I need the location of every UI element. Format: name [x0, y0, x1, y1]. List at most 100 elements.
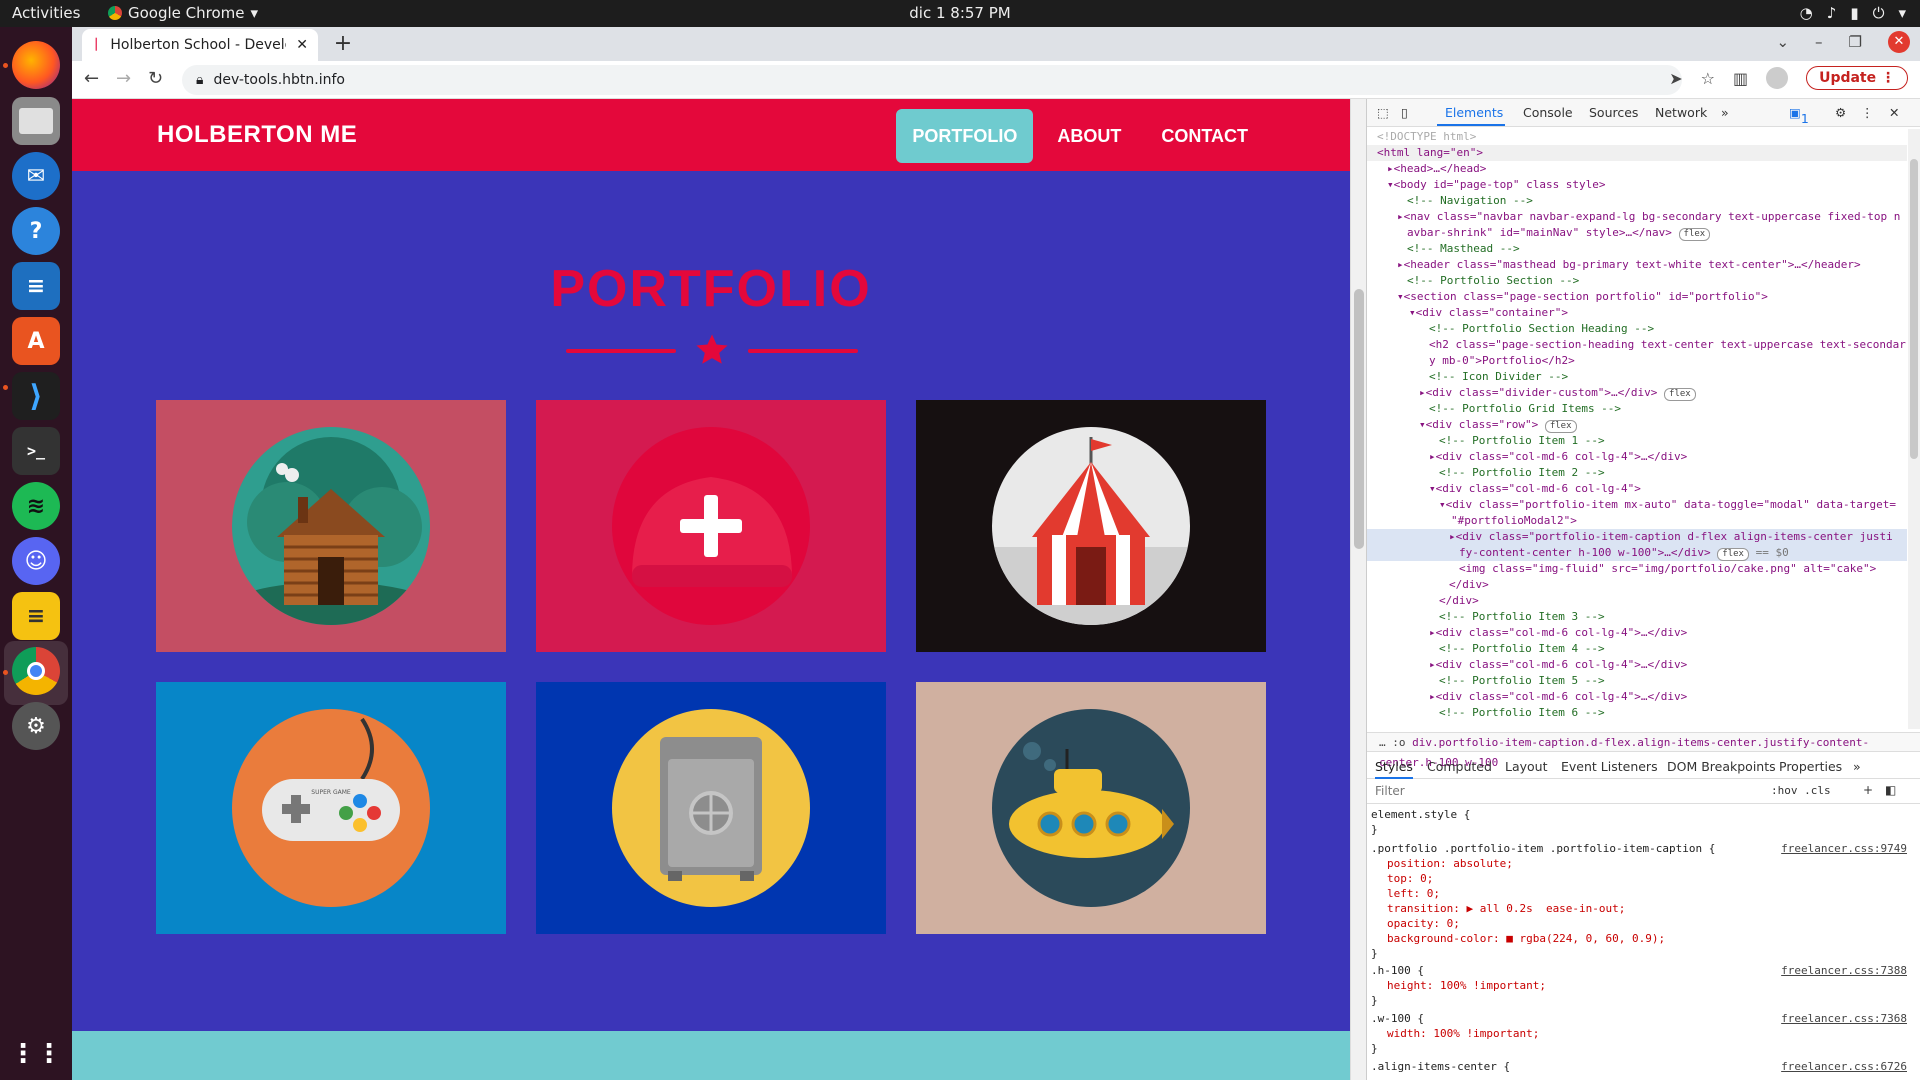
flex-badge[interactable]: flex — [1717, 548, 1749, 561]
tab-search-icon[interactable]: ⌄ — [1776, 33, 1789, 51]
dom-node[interactable]: y mb-0">Portfolio</h2> — [1367, 353, 1907, 369]
css-selector[interactable]: .portfolio .portfolio-item .portfolio-it… — [1367, 841, 1907, 856]
dom-comment[interactable]: <!-- Portfolio Item 5 --> — [1367, 673, 1907, 689]
portfolio-item-4[interactable]: SUPER GAME — [156, 682, 506, 934]
vscode-icon[interactable]: ⟩ — [12, 372, 60, 420]
dom-node[interactable]: ▾<div class="portfolio-item mx-auto" dat… — [1367, 497, 1907, 513]
show-apps-icon[interactable]: ⋮⋮ — [10, 1030, 62, 1078]
dom-node[interactable]: ▸<header class="masthead bg-primary text… — [1367, 257, 1907, 273]
dom-comment[interactable]: <!-- Navigation --> — [1367, 193, 1907, 209]
settings-gear-icon[interactable]: ⚙ — [1835, 105, 1846, 120]
dom-node[interactable]: ▸<div class="col-md-6 col-lg-4">…</div> — [1367, 689, 1907, 705]
dom-node[interactable]: ▸<div class="col-md-6 col-lg-4">…</div> — [1367, 657, 1907, 673]
bookmark-star-icon[interactable]: ☆ — [1701, 69, 1715, 88]
thunderbird-icon[interactable]: ✉ — [12, 152, 60, 200]
css-property[interactable]: left: 0; — [1367, 886, 1907, 901]
portfolio-item-5[interactable] — [536, 682, 886, 934]
selected-dom-node-wrap[interactable]: fy-content-center h-100 w-100">…</div> f… — [1367, 545, 1907, 561]
collapse-arrow-icon[interactable]: ▾ — [1439, 498, 1446, 511]
css-property[interactable]: top: 0; — [1367, 871, 1907, 886]
expand-arrow-icon[interactable]: ▸ — [1387, 162, 1394, 175]
dom-comment[interactable]: <!-- Portfolio Item 6 --> — [1367, 705, 1907, 721]
notes-icon[interactable]: ≡ — [12, 592, 60, 640]
dom-node[interactable]: ▸<div class="divider-custom">…</div> fle… — [1367, 385, 1907, 401]
dom-breadcrumb[interactable]: … :o div.portfolio-item-caption.d-flex.a… — [1367, 732, 1920, 769]
dom-node[interactable]: ▸<div class="col-md-6 col-lg-4">…</div> — [1367, 449, 1907, 465]
flex-badge[interactable]: flex — [1678, 228, 1711, 241]
collapse-arrow-icon[interactable]: ▾ — [1387, 178, 1394, 191]
css-selector[interactable]: .w-100 {freelancer.css:7368 — [1367, 1011, 1907, 1026]
dom-comment[interactable]: <!-- Portfolio Item 1 --> — [1367, 433, 1907, 449]
close-window-icon[interactable]: ✕ — [1888, 31, 1910, 53]
dom-comment[interactable]: <!-- Portfolio Grid Items --> — [1367, 401, 1907, 417]
update-button[interactable]: Update ⋮ — [1806, 66, 1908, 90]
portfolio-item-6[interactable] — [916, 682, 1266, 934]
side-panel-icon[interactable]: ▥ — [1733, 69, 1748, 88]
dom-node[interactable]: "#portfolioModal2"> — [1367, 513, 1907, 529]
dom-node[interactable]: <html lang="en"> — [1367, 145, 1907, 161]
kebab-menu-icon[interactable]: ⋮ — [1861, 105, 1874, 120]
page-scrollbar[interactable] — [1350, 99, 1366, 1080]
dom-comment[interactable]: <!-- Portfolio Section --> — [1367, 273, 1907, 289]
minimize-icon[interactable]: – — [1815, 33, 1823, 51]
dom-comment[interactable]: <!-- Icon Divider --> — [1367, 369, 1907, 385]
css-property[interactable]: width: 100% !important; — [1367, 1026, 1907, 1041]
close-tab-icon[interactable]: ✕ — [296, 37, 308, 53]
firefox-icon[interactable] — [12, 41, 60, 89]
dom-node[interactable]: ▸<div class="col-md-6 col-lg-4">…</div> — [1367, 625, 1907, 641]
site-brand[interactable]: HOLBERTON ME — [157, 121, 357, 149]
tab-dom-breakpoints[interactable]: DOM Breakpoints — [1667, 759, 1776, 774]
address-bar[interactable]: 🔒︎ dev-tools.hbtn.info — [182, 65, 1682, 95]
writer-icon[interactable]: ≡ — [12, 262, 60, 310]
dom-node[interactable]: ▾<div class="container"> — [1367, 305, 1907, 321]
dom-node[interactable]: <h2 class="page-section-heading text-cen… — [1367, 337, 1907, 353]
more-tabs-icon[interactable]: » — [1853, 759, 1861, 774]
discord-icon[interactable]: ☺ — [12, 537, 60, 585]
dom-node[interactable]: ▾<section class="page-section portfolio"… — [1367, 289, 1907, 305]
css-property[interactable]: position: absolute; — [1367, 856, 1907, 871]
css-source-link[interactable]: freelancer.css:7368 — [1781, 1011, 1907, 1026]
system-tray[interactable]: ◔ ♪ ▮ ⏻ ▾ — [1800, 4, 1906, 22]
css-source-link[interactable]: freelancer.css:6726 — [1781, 1059, 1907, 1074]
settings-icon[interactable]: ⚙ — [12, 702, 60, 750]
css-source-link[interactable]: freelancer.css:9749 — [1781, 841, 1907, 856]
filter-input[interactable]: Filter — [1375, 784, 1405, 798]
send-icon[interactable]: ➤ — [1669, 69, 1682, 88]
css-selector[interactable]: .align-items-center {freelancer.css:6726 — [1367, 1059, 1907, 1074]
tab-network[interactable]: Network — [1655, 105, 1707, 120]
expand-arrow-icon[interactable]: ▸ — [1429, 450, 1436, 463]
tab-console[interactable]: Console — [1523, 105, 1573, 120]
collapse-arrow-icon[interactable]: ▾ — [1397, 290, 1404, 303]
dom-tree-scrollbar[interactable] — [1908, 129, 1920, 729]
dom-comment[interactable]: <!-- Masthead --> — [1367, 241, 1907, 257]
expand-arrow-icon[interactable]: ▸ — [1429, 658, 1436, 671]
hov-cls-toggles[interactable]: :hov .cls — [1771, 784, 1831, 797]
expand-arrow-icon[interactable]: ▸ — [1397, 210, 1404, 223]
profile-avatar-icon[interactable] — [1766, 67, 1789, 89]
back-icon[interactable]: ← — [84, 68, 99, 89]
app-menu[interactable]: Google Chrome ▾ — [108, 4, 258, 22]
dom-node[interactable]: ▸<nav class="navbar navbar-expand-lg bg-… — [1367, 209, 1907, 225]
dom-node[interactable]: ▾<body id="page-top" class style> — [1367, 177, 1907, 193]
collapse-arrow-icon[interactable]: ▾ — [1429, 482, 1436, 495]
issues-badge[interactable]: ▣ 1 — [1789, 105, 1809, 126]
tab-layout[interactable]: Layout — [1505, 759, 1548, 774]
css-property[interactable]: transition: ▶ all 0.2s ease-in-out; — [1367, 901, 1907, 916]
css-selector[interactable]: .h-100 {freelancer.css:7388 — [1367, 963, 1907, 978]
tab-properties[interactable]: Properties — [1779, 759, 1842, 774]
new-tab-button[interactable]: + — [330, 31, 356, 57]
activities-button[interactable]: Activities — [12, 4, 80, 22]
close-devtools-icon[interactable]: ✕ — [1889, 105, 1899, 120]
dom-node[interactable]: ▾<div class="col-md-6 col-lg-4"> — [1367, 481, 1907, 497]
tab-computed[interactable]: Computed — [1427, 759, 1492, 774]
browser-tab[interactable]: ᛁ Holberton School - Develo ✕ — [82, 29, 318, 61]
dom-comment[interactable]: <!-- Portfolio Item 4 --> — [1367, 641, 1907, 657]
software-center-icon[interactable]: A — [12, 317, 60, 365]
expand-arrow-icon[interactable]: ▸ — [1397, 258, 1404, 271]
files-icon[interactable] — [12, 97, 60, 145]
portfolio-item-2[interactable] — [536, 400, 886, 652]
css-property[interactable]: opacity: 0; — [1367, 916, 1907, 931]
collapse-arrow-icon[interactable]: ▾ — [1419, 418, 1426, 431]
dom-comment[interactable]: <!-- Portfolio Section Heading --> — [1367, 321, 1907, 337]
portfolio-item-3[interactable] — [916, 400, 1266, 652]
